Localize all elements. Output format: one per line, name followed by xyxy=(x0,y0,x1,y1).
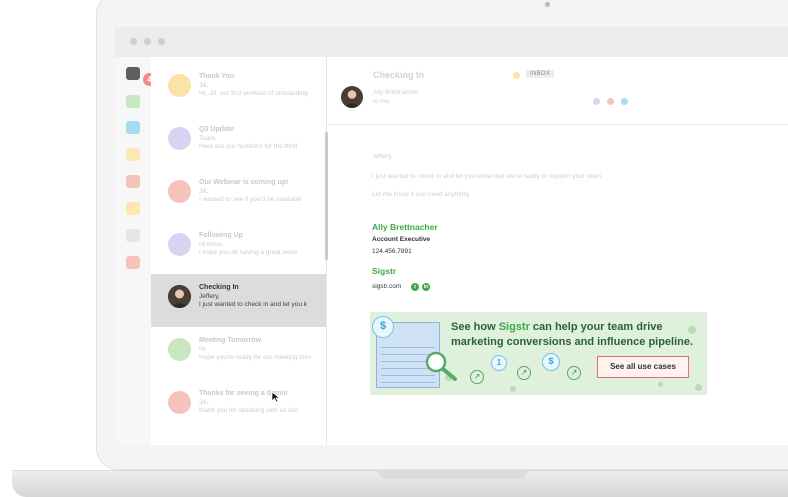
window-close-dot[interactable] xyxy=(130,38,137,45)
sender-avatar xyxy=(341,86,363,108)
message-subject: Thank You xyxy=(199,73,235,80)
message-subject: Checking In xyxy=(199,284,239,291)
message-subject: Q3 Update xyxy=(199,126,235,133)
action-dot-purple[interactable] xyxy=(593,98,600,105)
message-sender: Team, xyxy=(199,135,217,142)
decor-dot xyxy=(510,386,516,392)
inbox-icon[interactable]: 4 xyxy=(126,67,156,86)
avatar xyxy=(168,233,191,256)
message-item[interactable]: Thank You Jill, Hi, Jill, our first work… xyxy=(151,63,326,116)
message-subject: Following Up xyxy=(199,232,243,239)
camera-dot xyxy=(545,2,550,7)
see-all-use-cases-button[interactable]: See all use cases xyxy=(597,356,689,378)
mouse-cursor-icon xyxy=(271,391,281,403)
message-preview: I hope you all having a great week xyxy=(199,249,298,256)
message-item[interactable]: Meeting Tomorrow Hi Hope you're ready fo… xyxy=(151,327,326,380)
message-sender: Jill, xyxy=(199,82,209,89)
inbox-tag[interactable]: INBOX xyxy=(526,70,555,78)
dollar-coin-icon: $ xyxy=(372,316,394,338)
reading-pane: Checking In INBOX Ally Brettnacher to me… xyxy=(328,57,788,445)
avatar xyxy=(168,180,191,203)
message-preview: I wanted to see if you'd be available xyxy=(199,196,302,203)
signature-banner[interactable]: $ ↗ 1 ↗ $ ↗ See how Sigstr can help your… xyxy=(370,312,707,395)
decor-dot xyxy=(695,384,702,391)
message-item[interactable]: Following Up Hi there, I hope you all ha… xyxy=(151,222,326,275)
avatar xyxy=(168,391,191,414)
folder-red-icon[interactable] xyxy=(126,256,140,269)
decor-dot xyxy=(658,382,663,387)
signature-phone: 124.456.7891 xyxy=(372,248,412,255)
window-titlebar xyxy=(115,27,788,57)
message-sender: Jill, xyxy=(199,188,209,195)
sender-name: Ally Brettnacher xyxy=(373,89,419,96)
signature-name: Ally Brettnacher xyxy=(372,222,438,232)
dollar-coin-icon: $ xyxy=(542,353,560,371)
app-window: 4 Thank You Jill, Hi, Jill, our first wo… xyxy=(115,27,788,445)
action-dot-blue[interactable] xyxy=(621,98,628,105)
message-list: Thank You Jill, Hi, Jill, our first work… xyxy=(151,57,327,445)
growth-arrow-icon: ↗ xyxy=(567,366,581,380)
email-body-line: Let me know if you need anything. xyxy=(372,191,471,198)
message-header: Checking In INBOX Ally Brettnacher to me xyxy=(328,57,788,125)
folder-blue-icon[interactable] xyxy=(126,121,140,134)
email-body-line: I just wanted to check in and let you kn… xyxy=(372,173,604,180)
signature-website-link[interactable]: sigstr.com xyxy=(372,283,401,290)
message-item-selected[interactable]: Checking In Jeffery, I just wanted to ch… xyxy=(151,274,326,327)
avatar xyxy=(168,338,191,361)
signature-company: Sigstr xyxy=(372,266,397,276)
folder-rail: 4 xyxy=(115,57,156,445)
linkedin-icon[interactable]: in xyxy=(422,283,430,291)
growth-arrow-icon: ↗ xyxy=(517,366,531,380)
message-item[interactable]: Q3 Update Team, Here are our numbers for… xyxy=(151,116,326,169)
message-sender: Jill, xyxy=(199,399,209,406)
avatar xyxy=(168,74,191,97)
window-zoom-dot[interactable] xyxy=(158,38,165,45)
action-dot-red[interactable] xyxy=(607,98,614,105)
message-item[interactable]: Thanks for seeing a demo! Jill, thank yo… xyxy=(151,380,326,433)
message-preview: thank you for speaking with us last xyxy=(199,407,299,414)
message-preview: I just wanted to check in and let you k xyxy=(199,301,308,308)
avatar xyxy=(168,127,191,150)
message-sender: Hi there, xyxy=(199,241,224,248)
message-sender: Hi xyxy=(199,346,206,353)
folder-yellow-icon[interactable] xyxy=(126,148,140,161)
message-subject: Our Webinar is coming up! xyxy=(199,179,289,186)
folder-red-icon[interactable] xyxy=(126,175,140,188)
recipient-line: to me xyxy=(373,98,390,105)
folder-green-icon[interactable] xyxy=(126,95,140,108)
banner-headline: See how Sigstr can help your team drive … xyxy=(451,321,694,348)
label-dot xyxy=(513,72,520,79)
magnifier-icon xyxy=(425,351,457,381)
message-subject: Meeting Tomorrow xyxy=(199,337,262,344)
laptop-notch xyxy=(378,470,528,479)
window-minimize-dot[interactable] xyxy=(144,38,151,45)
twitter-icon[interactable]: t xyxy=(411,283,419,291)
message-item[interactable]: Our Webinar is coming up! Jill, I wanted… xyxy=(151,169,326,222)
message-sender: Jeffery, xyxy=(199,293,220,300)
email-subject: Checking In xyxy=(373,70,425,80)
number-one-icon: 1 xyxy=(491,355,507,371)
message-preview: Hi, Jill, our first workout of onboardin… xyxy=(199,90,308,97)
message-preview: Hope you're ready for our meeting tomo xyxy=(199,354,311,361)
growth-arrow-icon: ↗ xyxy=(470,370,484,384)
avatar-photo xyxy=(168,285,191,308)
email-greeting: Jeffery, xyxy=(372,153,393,160)
folder-yellow-icon[interactable] xyxy=(126,202,140,215)
message-preview: Here are our numbers for the third xyxy=(199,143,298,150)
signature-title: Account Executive xyxy=(372,236,431,243)
folder-gray-icon[interactable] xyxy=(126,229,140,242)
